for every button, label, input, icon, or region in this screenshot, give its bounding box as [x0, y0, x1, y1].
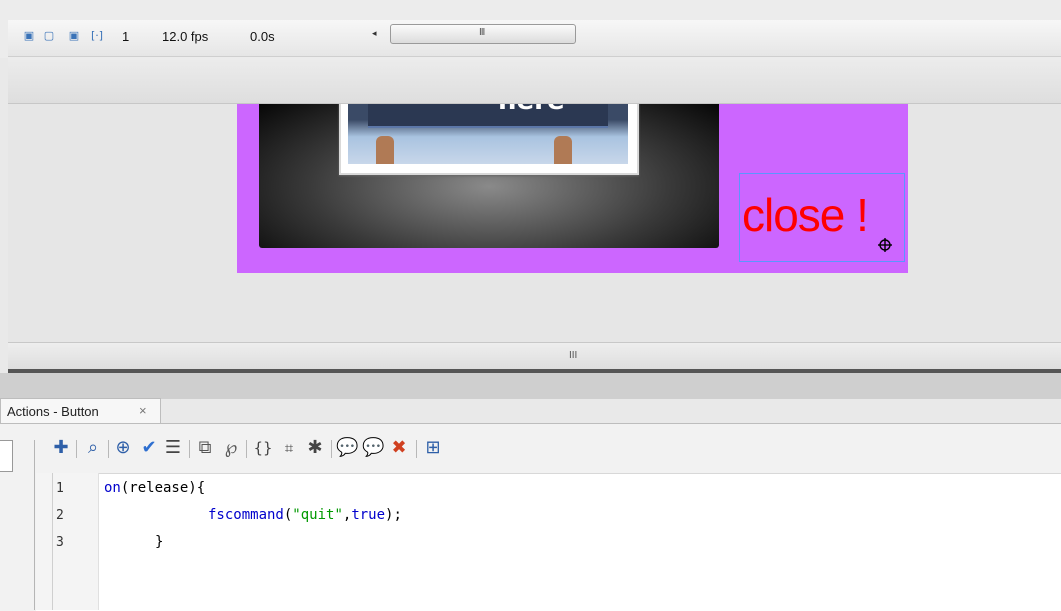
actions-toolbox-collapse[interactable] [0, 440, 13, 472]
tab-close-icon[interactable]: × [139, 403, 147, 418]
panel-splitter[interactable]: III [8, 342, 1061, 369]
toolbar-separator [76, 440, 77, 458]
current-frame: 1 [122, 29, 130, 44]
code-function: fscommand [208, 507, 284, 523]
code-text: } [155, 534, 164, 550]
photo-graphic: here [339, 104, 639, 175]
tab-actions-button[interactable]: Actions - Button × [0, 398, 161, 424]
apply-line-comment-icon[interactable]: 💬 [362, 436, 384, 460]
photo-book-shape [368, 104, 608, 128]
scroll-thumb[interactable]: III [390, 24, 576, 44]
stage-pasteboard: here close ! [8, 104, 1061, 342]
onion-outline-icon[interactable]: ▢ [42, 30, 56, 42]
add-script-item-icon[interactable]: ✚ [50, 436, 72, 460]
show-hide-toolbox-icon[interactable]: ⊞ [422, 436, 444, 460]
elapsed-time: 0.0s [250, 29, 275, 44]
toolbar-separator [108, 440, 109, 458]
debug-options-icon[interactable]: ℘ [220, 436, 242, 460]
code-line-3[interactable]: } [155, 534, 163, 550]
collapse-between-braces-icon[interactable]: {} [252, 436, 274, 460]
insert-target-path-icon[interactable]: ⊕ [112, 436, 134, 460]
apply-block-comment-icon[interactable]: 💬 [336, 436, 358, 460]
photo-arm-right [554, 136, 572, 164]
line-number-gutter [36, 473, 99, 610]
toolbar-separator [331, 440, 332, 458]
photo-image: here [348, 104, 628, 164]
stage: here close ! [237, 104, 908, 273]
black-frame-graphic: here [259, 104, 719, 248]
line-number: 1 [56, 481, 64, 496]
show-code-hint-icon[interactable]: ⧉ [194, 436, 216, 460]
find-icon[interactable]: ⌕ [82, 436, 104, 460]
code-line-2[interactable]: fscommand("quit",true); [208, 507, 402, 523]
photo-caption: here [498, 104, 565, 116]
splitter-grip-icon: III [569, 350, 578, 361]
photo-arm-left [376, 136, 394, 164]
line-number: 3 [56, 535, 64, 550]
collapse-selection-icon[interactable]: ⌗ [278, 436, 300, 460]
toolbar-separator [189, 440, 190, 458]
check-syntax-icon[interactable]: ✔ [138, 436, 160, 460]
code-line-1[interactable]: on(release){ [104, 480, 205, 496]
code-boolean: true [351, 507, 386, 523]
scroll-left-arrow-icon[interactable]: ◂ [372, 28, 377, 39]
scroll-grip-icon: III [479, 27, 485, 38]
panel-tab-strip [0, 373, 1061, 399]
close-button-label: close ! [742, 189, 869, 241]
close-button-symbol[interactable]: close ! [739, 173, 905, 262]
move-cursor-icon [878, 238, 892, 252]
toolbar-separator [246, 440, 247, 458]
gutter-divider [52, 473, 53, 610]
actions-toolbox-divider [34, 440, 35, 610]
code-keyword: on [104, 480, 121, 496]
code-string: "quit" [292, 507, 343, 523]
line-number: 2 [56, 508, 64, 523]
edit-bar [8, 58, 1061, 104]
tab-label: Actions - Button [7, 404, 99, 419]
toolbar-separator [416, 440, 417, 458]
remove-comment-icon[interactable]: ✖ [388, 436, 410, 460]
expand-all-icon[interactable]: ✱ [304, 436, 326, 460]
frame-rate: 12.0 fps [162, 29, 209, 44]
modify-onion-markers-icon[interactable]: [·] [90, 30, 104, 42]
onion-skin-icon[interactable]: ▣ [22, 30, 36, 42]
code-text: (release){ [120, 480, 206, 496]
timeline-horizontal-scrollbar[interactable]: ◂ III [372, 24, 576, 44]
code-text: ); [385, 507, 402, 523]
auto-format-icon[interactable]: ☰ [162, 436, 184, 460]
edit-multiple-frames-icon[interactable]: ▣ [67, 30, 81, 42]
